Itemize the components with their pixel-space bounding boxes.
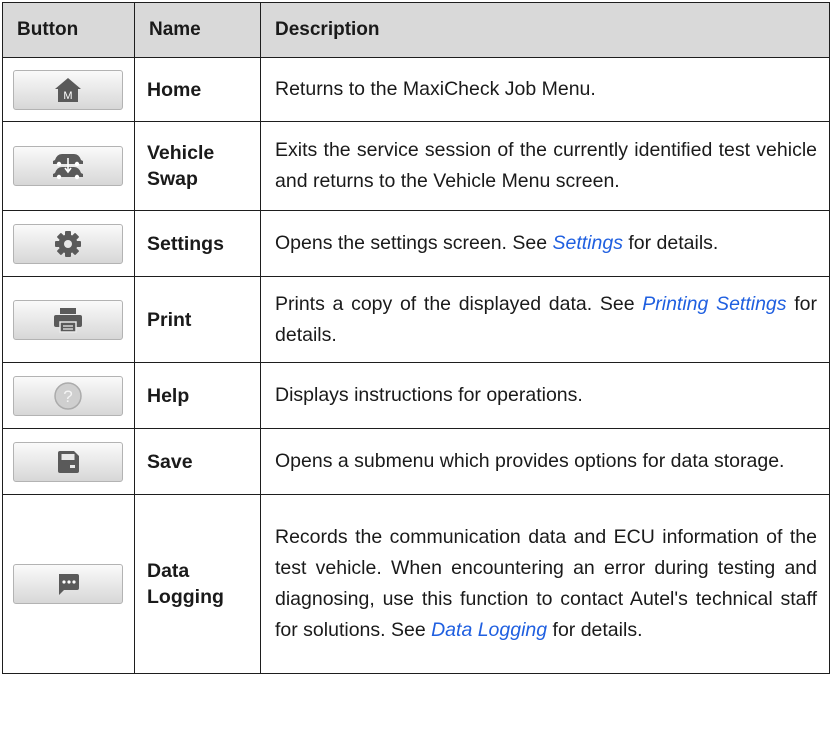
printing-settings-link[interactable]: Printing Settings [642,293,786,315]
svg-text:M: M [63,90,72,102]
table-row: Print Prints a copy of the displayed dat… [2,276,830,363]
row-name: Print [134,276,261,363]
row-description: Opens the settings screen. See Settings … [260,210,830,277]
chat-bubble-icon [59,574,79,595]
table-row: Settings Opens the settings screen. See … [2,210,830,277]
svg-text:?: ? [63,387,72,406]
save-button[interactable] [13,441,123,482]
row-description: Returns to the MaxiCheck Job Menu. [260,57,830,122]
settings-link[interactable]: Settings [553,232,623,254]
home-button[interactable]: M [13,69,123,110]
table-row: Data Logging Records the communication d… [2,494,830,674]
header-name: Name [134,2,261,58]
data-logging-button[interactable] [13,564,123,604]
row-name: Save [134,428,261,495]
row-name: Help [134,362,261,429]
printer-icon [54,307,82,333]
gear-icon [55,230,81,257]
table-row: Vehicle Swap Exits the service session o… [2,121,830,211]
help-button[interactable]: ? [13,375,123,416]
data-logging-link[interactable]: Data Logging [431,619,547,641]
row-name-line2: Logging [147,586,224,608]
save-icon [58,450,79,473]
print-button[interactable] [13,299,123,340]
table-header-row: Button Name Description [2,2,830,58]
home-m-icon: M [55,77,81,102]
vehicle-swap-button[interactable] [13,146,123,186]
row-name-line1: Vehicle [147,142,215,164]
row-description: Prints a copy of the displayed data. See… [260,276,830,363]
table-row: Save Opens a submenu which provides opti… [2,428,830,495]
table-row: ? Help Displays instructions for operati… [2,362,830,429]
table-row: M Home Returns to the MaxiCheck Job Menu… [2,57,830,122]
row-description: Records the communication data and ECU i… [260,494,830,674]
settings-button[interactable] [13,223,123,264]
row-name-line1: Data [147,560,190,582]
row-description: Opens a submenu which provides options f… [260,428,830,495]
vehicle-swap-icon [53,154,83,180]
header-button: Button [2,2,135,58]
row-name-line2: Swap [147,168,198,190]
row-name: Settings [134,210,261,277]
help-question-icon: ? [54,381,82,410]
row-description: Displays instructions for operations. [260,362,830,429]
toolbar-buttons-table: Button Name Description M Home Returns t… [2,2,830,674]
header-description: Description [260,2,830,58]
row-name: Home [134,57,261,122]
row-description: Exits the service session of the current… [260,121,830,211]
